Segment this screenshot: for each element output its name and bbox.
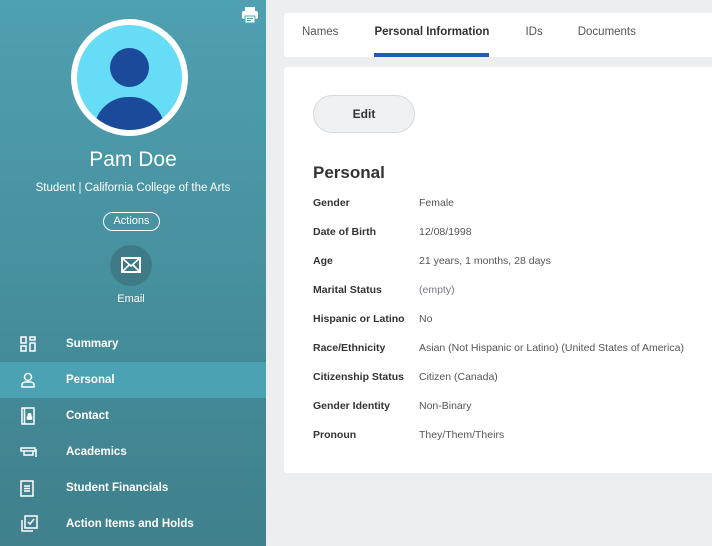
edit-button[interactable]: Edit: [313, 95, 415, 133]
field-value: Asian (Not Hispanic or Latino) (United S…: [419, 342, 684, 354]
field-value: They/Them/Theirs: [419, 429, 505, 441]
profile-subtitle: Student | California College of the Arts: [35, 182, 231, 194]
contact-book-icon: [21, 407, 35, 425]
field-label: Age: [313, 255, 333, 267]
field-label: Gender: [313, 197, 350, 209]
sidebar-item-summary[interactable]: Summary: [0, 326, 266, 362]
graduation-cap-icon: [20, 447, 37, 457]
sidebar-item-label: Summary: [66, 338, 119, 350]
field-row: Hispanic or Latino No: [313, 313, 684, 342]
field-label: Marital Status: [313, 284, 382, 296]
sidebar-item-personal[interactable]: Personal: [0, 362, 266, 398]
field-label: Citizenship Status: [313, 371, 405, 383]
document-list-icon: [20, 479, 34, 497]
field-label: Hispanic or Latino: [313, 313, 405, 325]
person-icon: [21, 372, 35, 388]
email-button[interactable]: [110, 245, 152, 286]
field-list: Gender Female Date of Birth 12/08/1998 Age 21…: [313, 197, 684, 458]
dashboard-icon: [20, 336, 36, 352]
sidebar-item-action-items-and-holds[interactable]: Action Items and Holds: [0, 506, 266, 542]
field-value: Citizen (Canada): [419, 371, 498, 383]
field-row: Citizenship Status Citizen (Canada): [313, 371, 684, 400]
field-value: Female: [419, 197, 455, 209]
tab-documents[interactable]: Documents: [578, 13, 636, 57]
sidebar-item-label: Contact: [66, 410, 109, 422]
print-icon[interactable]: [241, 6, 259, 24]
field-value: Non-Binary: [419, 400, 472, 412]
profile-name: Pam Doe: [89, 148, 177, 171]
avatar: [71, 19, 188, 136]
field-row: Marital Status (empty): [313, 284, 684, 313]
checklist-icon: [21, 515, 38, 532]
field-label: Date of Birth: [313, 226, 376, 238]
field-label: Pronoun: [313, 429, 357, 441]
field-row: Race/Ethnicity Asian (Not Hispanic or Lat…: [313, 342, 684, 371]
field-label: Race/Ethnicity: [313, 342, 386, 354]
field-row: Gender Female: [313, 197, 684, 226]
tab-ids[interactable]: IDs: [525, 13, 542, 57]
field-value: No: [419, 313, 433, 325]
sidebar-nav: Summary Personal Contact Academics Stude…: [0, 326, 266, 542]
field-value: (empty): [419, 284, 455, 296]
field-row: Pronoun They/Them/Theirs: [313, 429, 684, 458]
field-row: Date of Birth 12/08/1998: [313, 226, 684, 255]
tab-names[interactable]: Names: [302, 13, 338, 57]
sidebar-item-contact[interactable]: Contact: [0, 398, 266, 434]
actions-button[interactable]: Actions: [103, 212, 160, 231]
personal-info-card: Edit Personal Gender Female Date of Birth 1…: [284, 67, 712, 473]
email-label: Email: [117, 293, 145, 305]
tab-bar: Names Personal Information IDs Documents: [284, 13, 712, 57]
sidebar: Pam Doe Student | California College of …: [0, 0, 266, 546]
field-row: Gender Identity Non-Binary: [313, 400, 684, 429]
sidebar-item-academics[interactable]: Academics: [0, 434, 266, 470]
sidebar-item-label: Action Items and Holds: [66, 518, 194, 530]
section-title: Personal: [313, 163, 385, 182]
field-label: Gender Identity: [313, 400, 391, 412]
field-value: 21 years, 1 months, 28 days: [419, 255, 551, 267]
sidebar-item-label: Academics: [66, 446, 127, 458]
tab-personal-information[interactable]: Personal Information: [374, 13, 490, 57]
sidebar-item-label: Personal: [66, 374, 115, 386]
envelope-icon: [121, 257, 141, 273]
sidebar-item-label: Student Financials: [66, 482, 169, 494]
field-row: Age 21 years, 1 months, 28 days: [313, 255, 684, 284]
field-value: 12/08/1998: [419, 226, 472, 238]
sidebar-item-student-financials[interactable]: Student Financials: [0, 470, 266, 506]
